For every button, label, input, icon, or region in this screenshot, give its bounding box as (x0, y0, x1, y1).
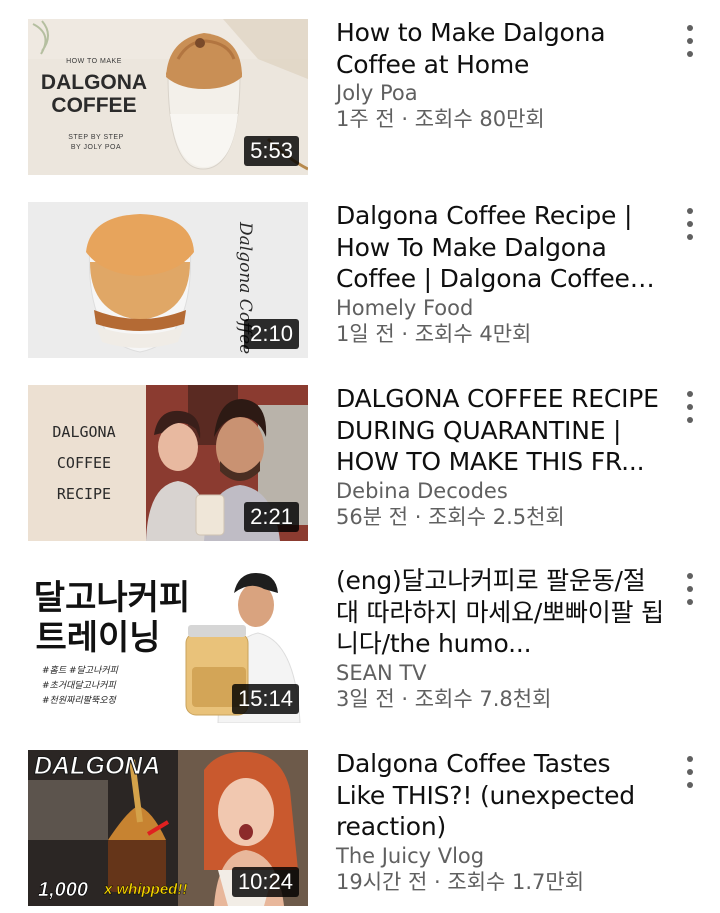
video-meta: How to Make Dalgona Coffee at Home Joly … (336, 17, 666, 132)
video-duration: 10:24 (231, 867, 299, 897)
more-options-icon[interactable] (680, 25, 700, 57)
video-thumbnail[interactable]: 달고나커피 트레이닝 #홈트 #달고나커피 #초거대달고나커피 #천원짜리팔뚝오… (28, 567, 308, 723)
video-duration: 2:21 (244, 502, 299, 532)
video-stats: 3일 전 · 조회수 7.8천회 (336, 686, 666, 712)
thumb-text: DALGONA (41, 71, 147, 94)
thumb-text: DALGONA (34, 752, 160, 780)
channel-name: Joly Poa (336, 81, 418, 105)
upload-age: 19시간 전 (336, 869, 428, 894)
video-item[interactable]: DALGONA COFFEE RECIPE 2:21 DALGONA COFFE… (0, 383, 720, 541)
video-item[interactable]: DALGONA 1,000 x whipped!! 10:24 Dalgona … (0, 748, 720, 906)
thumb-text: BY JOLY POA (71, 144, 121, 151)
video-title[interactable]: (eng)달고나커피로 팔운동/절대 따라하지 마세요/뽀빠이팔 됩니다/the… (336, 565, 666, 660)
upload-age: 56분 전 (336, 504, 409, 529)
channel-name: Debina Decodes (336, 478, 508, 503)
separator: · (394, 686, 415, 711)
separator: · (394, 321, 415, 346)
video-title[interactable]: Dalgona Coffee Tastes Like THIS?! (unexp… (336, 748, 666, 843)
thumb-text: x whipped!! (103, 881, 187, 898)
video-meta: (eng)달고나커피로 팔운동/절대 따라하지 마세요/뽀빠이팔 됩니다/the… (336, 565, 666, 712)
thumb-text: #홈트 #달고나커피 (42, 665, 119, 676)
thumb-text: STEP BY STEP (68, 134, 124, 141)
thumb-text: COFFEE (51, 94, 136, 117)
view-count: 조회수 1.7만회 (447, 869, 585, 894)
view-count: 조회수 2.5천회 (428, 504, 565, 529)
video-item[interactable]: HOW TO MAKE DALGONA COFFEE STEP BY STEP … (0, 17, 720, 175)
video-item[interactable]: 달고나커피 트레이닝 #홈트 #달고나커피 #초거대달고나커피 #천원짜리팔뚝오… (0, 565, 720, 723)
view-count: 조회수 7.8천회 (414, 686, 552, 711)
view-count: 조회수 80만회 (414, 107, 545, 131)
upload-age: 3일 전 (336, 686, 395, 711)
thumb-text: COFFEE (57, 454, 111, 472)
video-title[interactable]: How to Make Dalgona Coffee at Home (336, 17, 666, 80)
video-meta: DALGONA COFFEE RECIPE DURING QUARANTINE … (336, 383, 666, 530)
video-duration: 5:53 (244, 136, 299, 166)
video-stats: 56분 전 · 조회수 2.5천회 (336, 504, 666, 530)
video-stats: 19시간 전 · 조회수 1.7만회 (336, 869, 666, 895)
more-options-icon[interactable] (680, 573, 700, 605)
video-thumbnail[interactable]: Dalgona Coffee 2:10 (28, 202, 308, 358)
separator: · (408, 504, 429, 529)
video-duration: 2:10 (244, 319, 299, 349)
more-options-icon[interactable] (680, 391, 700, 423)
video-stats: 1주 전 · 조회수 80만회 (336, 106, 666, 132)
video-meta: Dalgona Coffee Recipe | How To Make Dalg… (336, 200, 666, 347)
separator: · (394, 107, 415, 131)
thumb-text: 트레이닝 (35, 618, 160, 658)
video-title[interactable]: DALGONA COFFEE RECIPE DURING QUARANTINE … (336, 383, 666, 478)
view-count: 조회수 4만회 (414, 321, 532, 346)
upload-age: 1일 전 (336, 321, 395, 346)
separator: · (427, 869, 448, 894)
video-duration: 15:14 (231, 684, 299, 714)
video-thumbnail[interactable]: HOW TO MAKE DALGONA COFFEE STEP BY STEP … (28, 19, 308, 175)
upload-age: 1주 전 (336, 107, 395, 131)
thumb-text: RECIPE (57, 485, 111, 503)
video-title[interactable]: Dalgona Coffee Recipe | How To Make Dalg… (336, 200, 666, 295)
video-thumbnail[interactable]: DALGONA 1,000 x whipped!! 10:24 (28, 750, 308, 906)
thumb-text: #초거대달고나커피 (42, 680, 117, 691)
thumb-text: #천원짜리팔뚝오정 (42, 695, 117, 706)
thumb-text: DALGONA (52, 423, 115, 441)
video-stats: 1일 전 · 조회수 4만회 (336, 321, 666, 347)
thumb-text: 달고나커피 (34, 578, 190, 618)
video-item[interactable]: Dalgona Coffee 2:10 Dalgona Coffee Recip… (0, 200, 720, 358)
video-meta: Dalgona Coffee Tastes Like THIS?! (unexp… (336, 748, 666, 895)
channel-name: The Juicy Vlog (336, 843, 485, 868)
channel-name: Homely Food (336, 295, 474, 320)
thumb-text: 1,000 (38, 879, 88, 901)
more-options-icon[interactable] (680, 208, 700, 240)
channel-name: SEAN TV (336, 660, 427, 685)
video-thumbnail[interactable]: DALGONA COFFEE RECIPE 2:21 (28, 385, 308, 541)
more-options-icon[interactable] (680, 756, 700, 788)
thumb-text: HOW TO MAKE (66, 58, 122, 65)
